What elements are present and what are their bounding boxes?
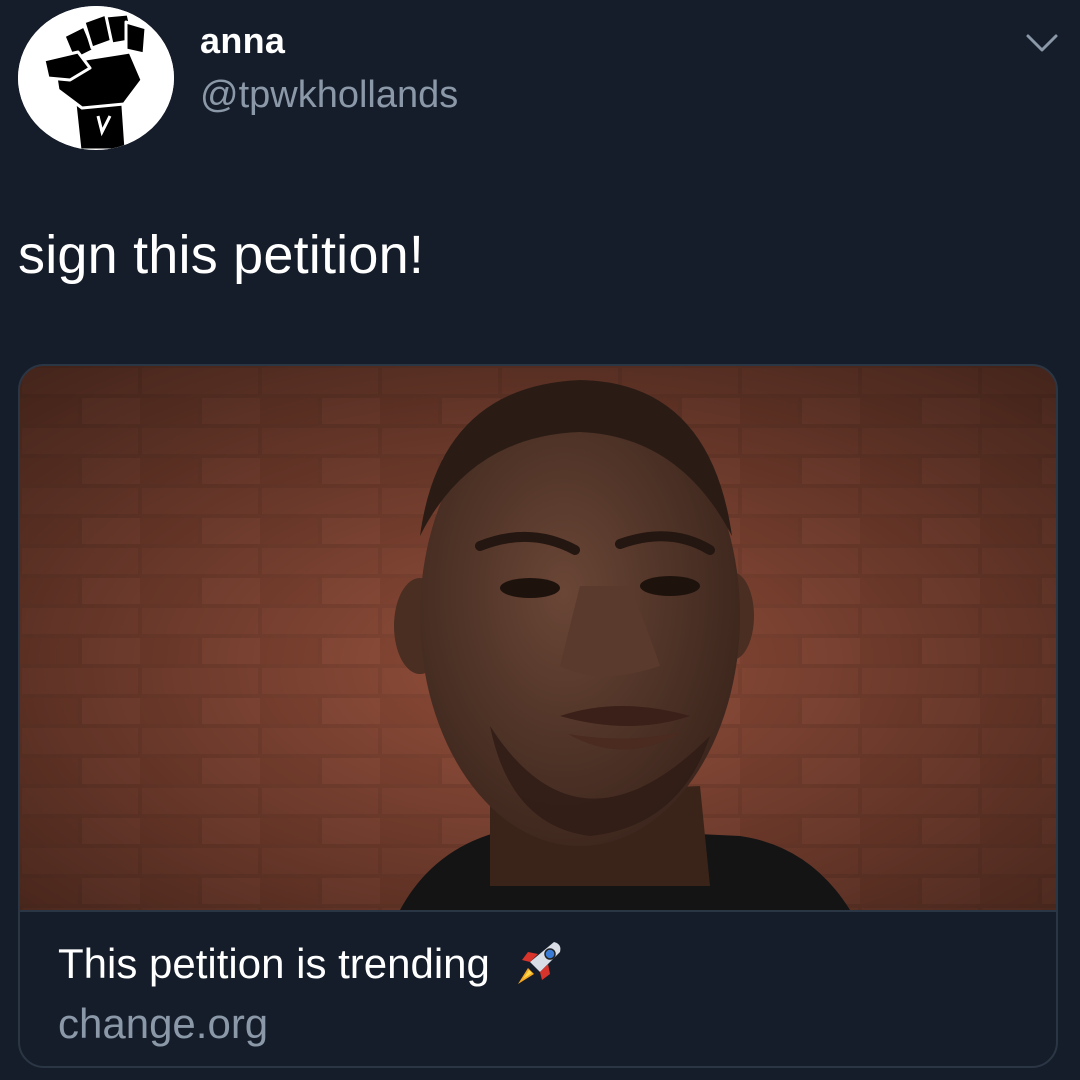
tweet-menu-button[interactable] — [1022, 24, 1062, 64]
display-name[interactable]: anna — [200, 20, 285, 62]
link-card[interactable]: This petition is trending change.org — [18, 364, 1058, 1068]
raised-fist-icon — [18, 6, 174, 150]
card-footer[interactable]: This petition is trending change.org — [20, 910, 1056, 1066]
card-image[interactable] — [20, 366, 1056, 910]
card-domain: change.org — [58, 1000, 269, 1047]
user-handle[interactable]: @tpwkhollands — [200, 74, 458, 117]
avatar[interactable] — [18, 6, 174, 150]
card-title: This petition is trending — [58, 940, 490, 987]
rocket-icon — [514, 938, 564, 988]
tweet-text: sign this petition! — [18, 225, 425, 285]
tweet: anna @tpwkhollands sign this petition! T… — [0, 0, 1080, 1080]
card-title-row: This petition is trending — [58, 938, 564, 988]
card-photo — [20, 366, 1056, 910]
chevron-down-icon — [1026, 34, 1058, 52]
